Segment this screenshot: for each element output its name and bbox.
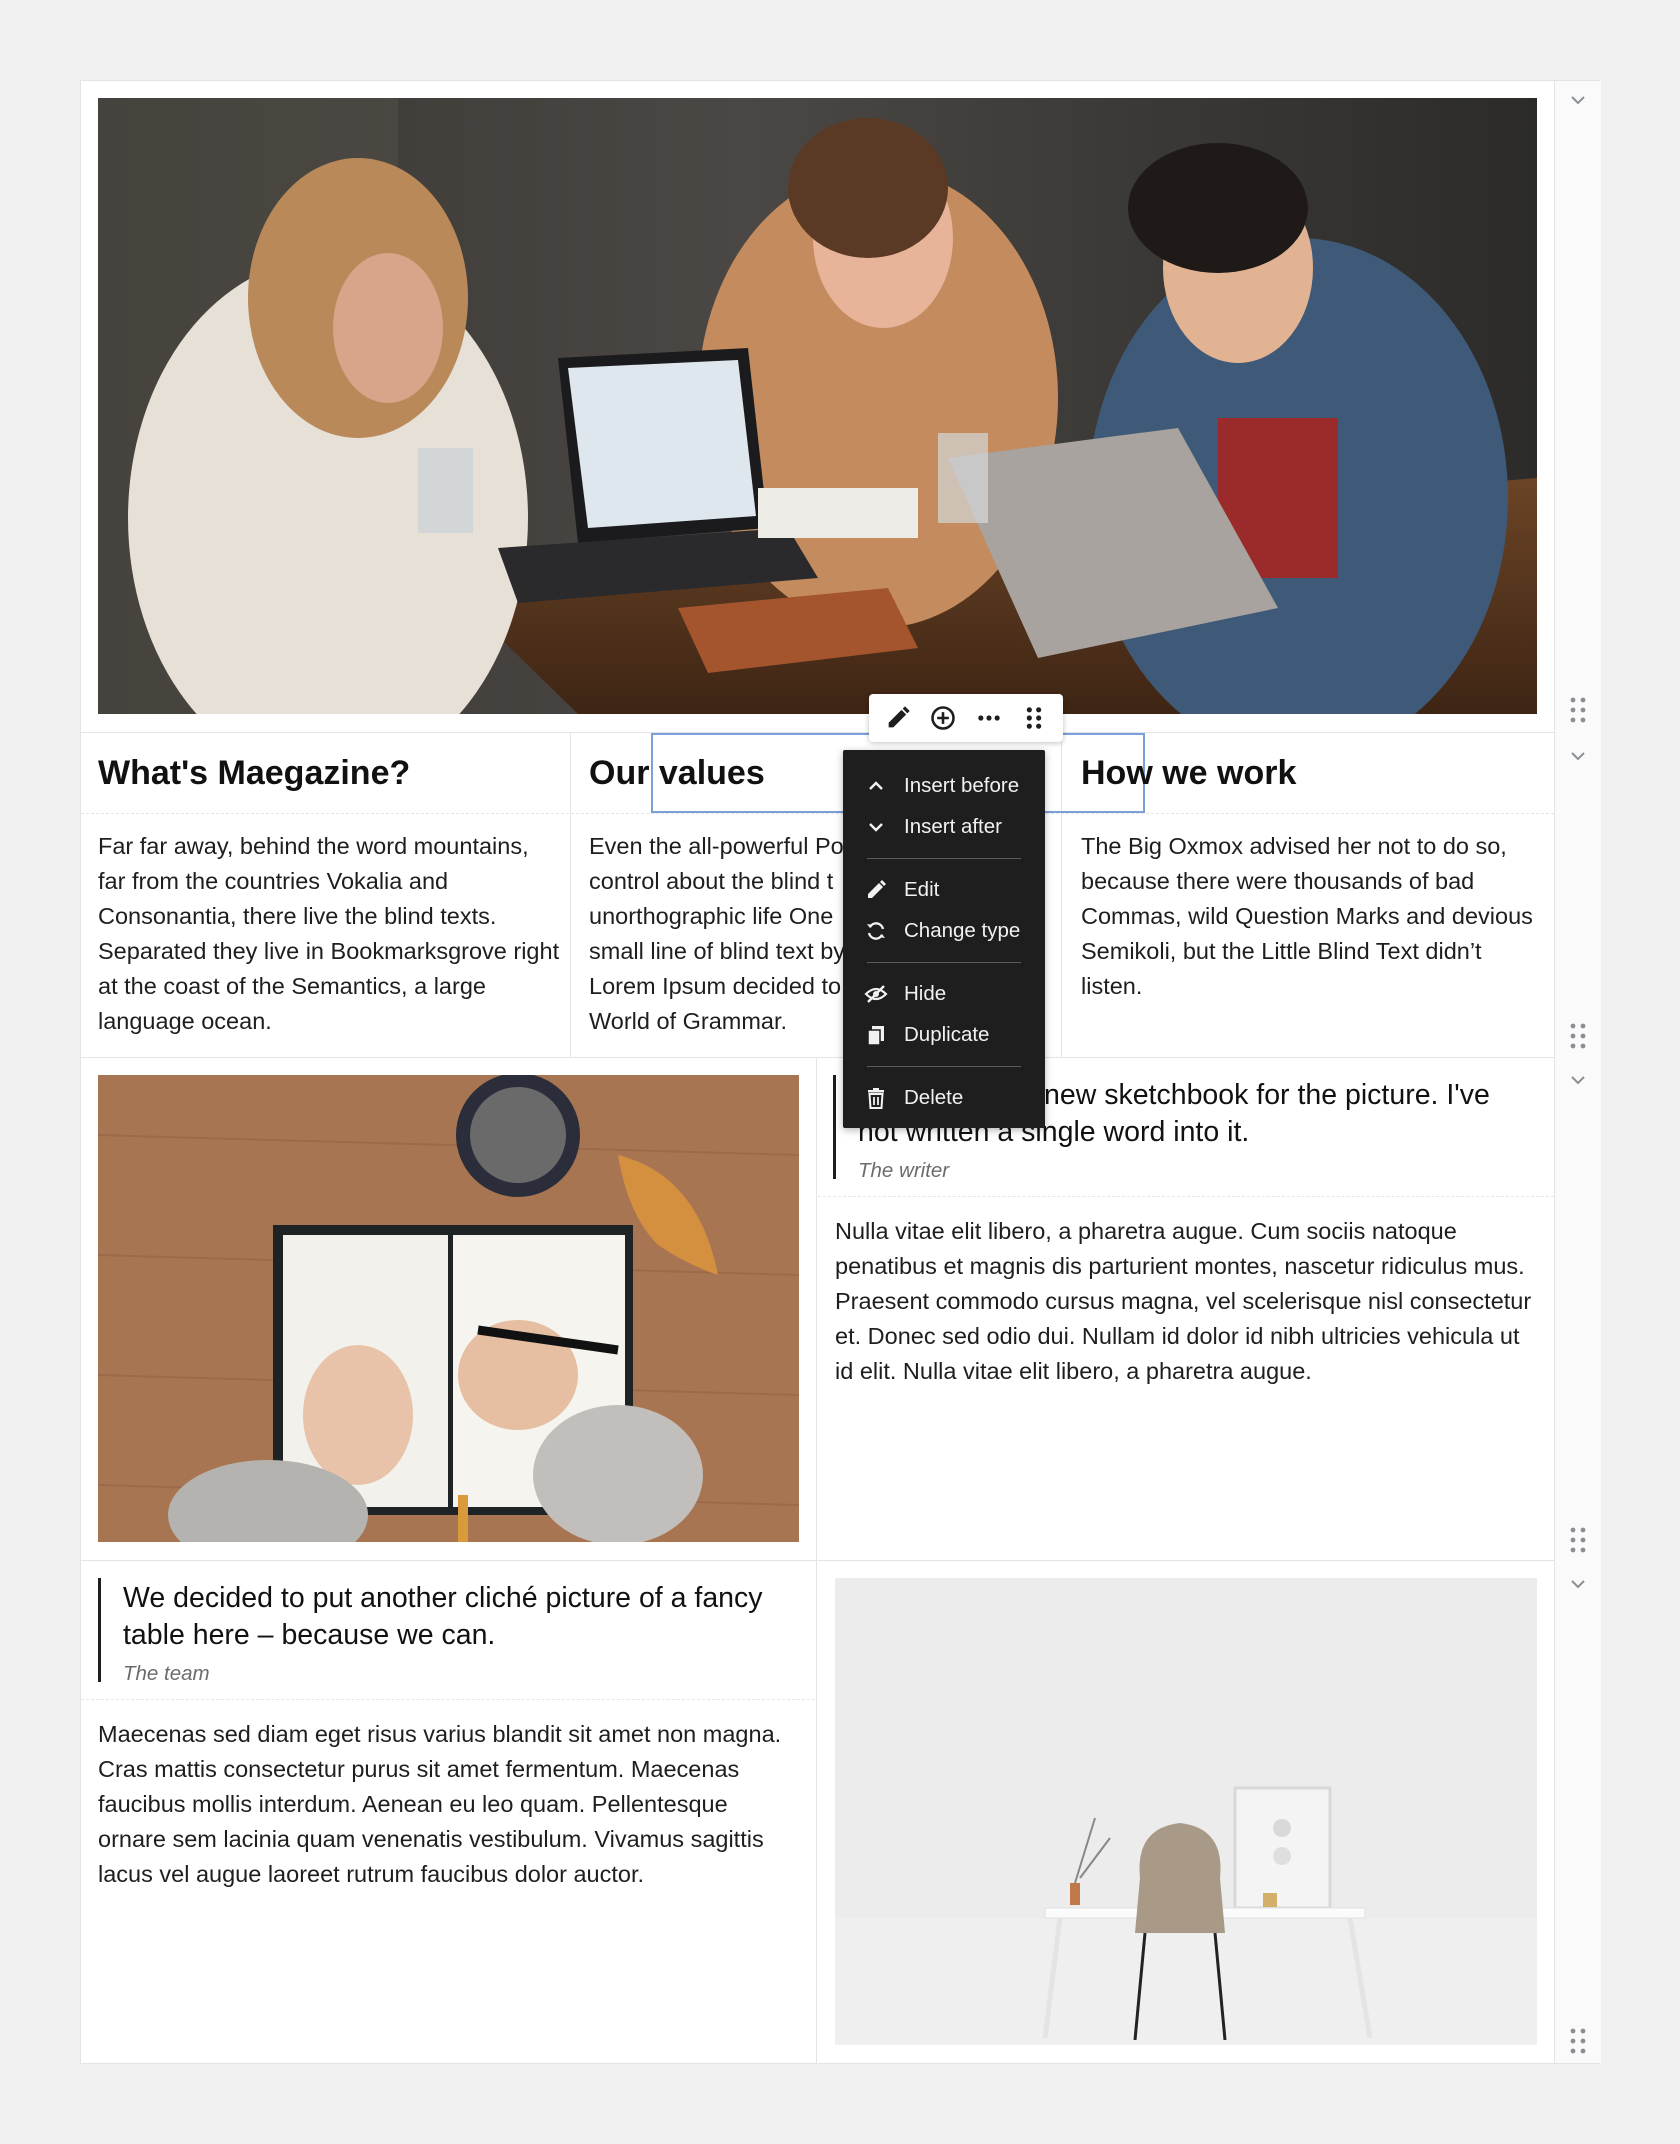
more-options-button[interactable]: [969, 698, 1009, 738]
add-block-button[interactable]: [923, 698, 963, 738]
chevron-down-icon[interactable]: [1569, 1575, 1587, 1593]
quote-citation: The team: [123, 1662, 210, 1685]
paragraph: Nulla vitae elit libero, a pharetra augu…: [835, 1218, 1532, 1384]
menu-item-duplicate[interactable]: Duplicate: [843, 1014, 1045, 1055]
menu-item-hide[interactable]: Hide: [843, 973, 1045, 1014]
row-divider: [81, 1057, 1554, 1058]
menu-item-label: Duplicate: [904, 1022, 990, 1046]
hero-image[interactable]: [98, 98, 1537, 714]
plus-circle-icon: [931, 706, 956, 730]
pencil-icon: [863, 877, 889, 903]
drag-handle-icon[interactable]: [1568, 1525, 1588, 1555]
trash-icon: [863, 1085, 889, 1111]
chevron-down-icon[interactable]: [1569, 747, 1587, 765]
menu-item-label: Insert before: [904, 773, 1020, 797]
menu-item-label: Insert after: [904, 814, 1002, 838]
block-divider: [81, 813, 1554, 814]
paragraph: Maecenas sed diam eget risus varius blan…: [98, 1721, 782, 1887]
drag-button[interactable]: [1014, 698, 1054, 738]
column-heading: How we work: [1081, 754, 1297, 792]
quote-citation: The writer: [858, 1159, 950, 1182]
pullquote: We decided to put another cliché picture…: [98, 1578, 798, 1685]
block-divider: [81, 1699, 815, 1700]
menu-item-label: Edit: [904, 877, 940, 901]
chevron-down-icon[interactable]: [1569, 91, 1587, 109]
menu-separator: [867, 962, 1021, 963]
pencil-icon: [888, 706, 910, 728]
column-paragraph: Far far away, behind the word mountains,…: [98, 833, 560, 1034]
drag-handle-icon: [1027, 707, 1042, 729]
drag-handle-icon[interactable]: [1568, 2026, 1588, 2056]
menu-separator: [867, 1066, 1021, 1067]
menu-item-label: Change type: [904, 918, 1021, 942]
menu-item-insert-before[interactable]: Insert before: [843, 765, 1045, 806]
menu-item-label: Delete: [904, 1085, 964, 1109]
block-context-menu: Insert before Insert after Edit Change t…: [843, 750, 1045, 1128]
menu-separator: [867, 858, 1021, 859]
quote-text: We decided to put another cliché picture…: [123, 1582, 763, 1651]
column-paragraph: The Big Oxmox advised her not to do so, …: [1081, 833, 1533, 999]
column-divider: [816, 1057, 817, 2065]
row-divider: [81, 1560, 1554, 1561]
ellipsis-icon: [978, 715, 1000, 721]
menu-item-change-type[interactable]: Change type: [843, 910, 1045, 951]
chevron-down-icon[interactable]: [1569, 1071, 1587, 1089]
desk-image[interactable]: [835, 1578, 1537, 2045]
chevron-down-icon: [863, 814, 889, 840]
eye-off-icon: [863, 981, 889, 1007]
menu-item-edit[interactable]: Edit: [843, 869, 1045, 910]
column-heading: What's Maegazine?: [98, 754, 411, 792]
content-editor: What's Maegazine? Far far away, behind t…: [80, 80, 1601, 2065]
menu-item-delete[interactable]: Delete: [843, 1077, 1045, 1118]
copy-icon: [863, 1022, 889, 1048]
block-divider: [818, 1196, 1554, 1197]
drag-handle-icon[interactable]: [1568, 695, 1588, 725]
refresh-icon: [863, 918, 889, 944]
menu-item-label: Hide: [904, 981, 947, 1005]
chevron-up-icon: [863, 773, 889, 799]
notebook-image[interactable]: [98, 1075, 799, 1542]
drag-handle-icon[interactable]: [1568, 1021, 1588, 1051]
menu-item-insert-after[interactable]: Insert after: [843, 806, 1045, 847]
block-toolbar: [869, 694, 1063, 742]
edit-button[interactable]: [878, 698, 918, 738]
column-divider: [570, 732, 571, 1057]
